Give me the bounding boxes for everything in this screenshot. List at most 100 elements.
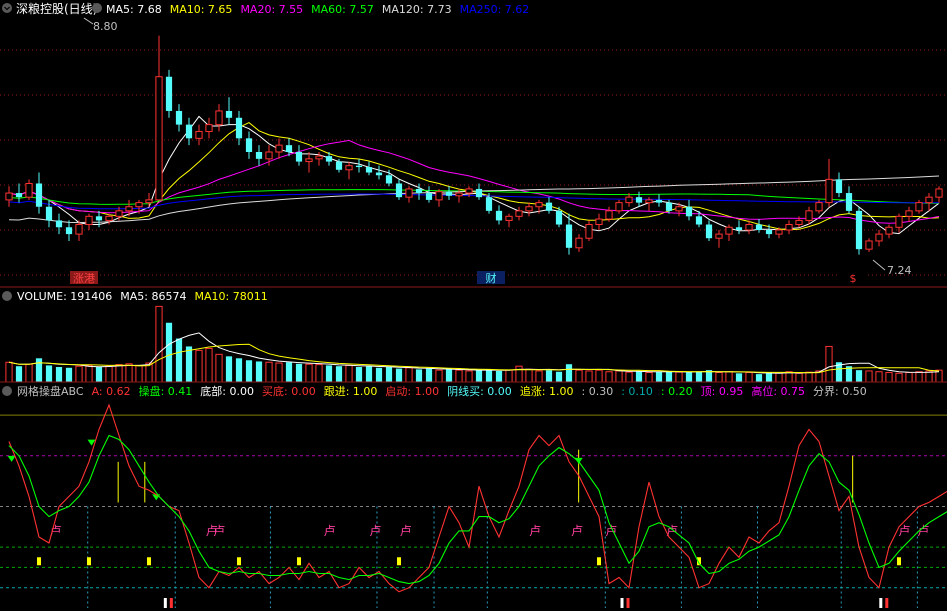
- volume-bar: [395, 368, 403, 382]
- legend-item: A: 0.62: [92, 385, 131, 398]
- collapse-toggle-icon[interactable]: [2, 3, 12, 13]
- price-header: 深粮控股(日线) MA5: 7.68 MA10: 7.65 MA20: 7.55 MA…: [2, 1, 529, 16]
- legend-item: : 0.10: [621, 385, 653, 398]
- volume-bar: [855, 370, 863, 382]
- volume-bar: [135, 364, 143, 383]
- stock-chart-canvas: 涨港 财 $ 深粮控股(日线) MA5: 7.68 MA10: 7.65 MA20: 7…: [0, 1, 947, 608]
- candle-body: [75, 224, 83, 235]
- indicator-reference-lines: [0, 414, 947, 589]
- volume-bar: [805, 371, 813, 383]
- volume-bar: [625, 371, 633, 383]
- candle-body: [675, 206, 683, 212]
- candle-body: [435, 191, 443, 201]
- candle-body: [825, 178, 833, 204]
- volume-bar: [5, 361, 13, 383]
- legend-item: 阴线买: 0.00: [447, 384, 512, 398]
- volume-bar: [745, 372, 753, 383]
- volume-bar: [385, 366, 393, 382]
- marker-label: $: [850, 272, 857, 285]
- candle-body: [55, 220, 63, 228]
- volume-bar: [65, 367, 73, 382]
- follow-signal-bar: [237, 557, 241, 566]
- candle-body: [65, 227, 73, 235]
- legend-item: 启动: 1.00: [385, 385, 439, 398]
- volume-bar: [305, 363, 313, 383]
- candle-body: [25, 182, 33, 198]
- candle-body: [355, 165, 363, 168]
- buy-signal-bar: [626, 598, 630, 608]
- volume-bar: [255, 361, 263, 382]
- volume-bar: [245, 360, 253, 382]
- legend-item: MA60: 7.57: [311, 3, 374, 16]
- legend-item: 分界: 0.50: [813, 385, 867, 398]
- follow-signal-bar: [37, 557, 41, 566]
- volume-bar: [615, 370, 623, 383]
- volume-bar: [365, 366, 373, 382]
- candle-body: [215, 110, 223, 126]
- candle-body: [15, 193, 23, 198]
- volume-bar: [605, 371, 613, 383]
- candle-body: [735, 227, 743, 230]
- volume-bar: [875, 371, 883, 383]
- price-grid: [0, 49, 947, 276]
- legend-item: MA10: 78011: [194, 290, 267, 303]
- candle-body: [375, 172, 383, 176]
- candle-body: [445, 191, 453, 196]
- candle-body: [45, 206, 53, 221]
- volume-bar: [265, 361, 273, 383]
- volume-legend: VOLUME: 191406 MA5: 86574 MA10: 78011: [17, 290, 268, 303]
- candle-body: [145, 199, 153, 204]
- candle-body: [765, 230, 773, 235]
- candle-body: [495, 210, 503, 221]
- candle-body: [295, 152, 303, 162]
- volume-bar: [465, 370, 473, 383]
- candle-body: [535, 202, 543, 208]
- candle-body: [415, 188, 423, 194]
- volume-toggle-icon[interactable]: [2, 291, 12, 301]
- volume-bar: [675, 371, 683, 383]
- candle-body: [235, 117, 243, 139]
- candle-body: [155, 76, 163, 201]
- candle-body: [425, 193, 433, 200]
- volume-bar: [495, 370, 503, 382]
- legend-item: 高位: 0.75: [751, 384, 805, 398]
- follow-signal-bar: [87, 557, 91, 566]
- volume-bar: [215, 353, 223, 383]
- candle-body: [195, 130, 203, 139]
- volume-bar: [85, 364, 93, 383]
- follow-signal-bar: [397, 557, 401, 566]
- candle-body: [755, 224, 763, 230]
- volume-bar: [885, 372, 893, 383]
- candle-body: [405, 188, 413, 198]
- volume-bar: [905, 372, 913, 383]
- candle-body: [265, 151, 273, 160]
- volume-bar: [425, 368, 433, 382]
- indicator-toggle-icon[interactable]: [2, 386, 12, 396]
- legend-item: 网格操盘ABC: [17, 384, 84, 398]
- follow-signal-bar: [297, 557, 301, 566]
- candle-body: [655, 199, 663, 203]
- legend-item: MA5: 86574: [120, 290, 186, 303]
- low-arrow: [872, 259, 886, 271]
- volume-bar: [685, 372, 693, 382]
- volume-bar: [515, 365, 523, 383]
- candle-body: [785, 224, 793, 231]
- volume-bar: [635, 371, 643, 382]
- candle-body: [125, 206, 133, 212]
- volume-bar: [915, 371, 923, 383]
- volume-bar: [695, 371, 703, 382]
- volume-bar: [15, 366, 23, 382]
- volume-header: VOLUME: 191406 MA5: 86574 MA10: 78011: [2, 290, 268, 303]
- candle-body: [685, 206, 693, 217]
- candle-body: [315, 155, 323, 160]
- volume-bar: [335, 366, 343, 382]
- volume-bar: [755, 374, 763, 382]
- ma-settings-icon[interactable]: [92, 3, 102, 13]
- candle-body: [805, 210, 813, 221]
- candle-body: [915, 202, 923, 212]
- candle-body: [285, 145, 293, 152]
- candle-body: [335, 161, 343, 170]
- candle-body: [255, 152, 263, 159]
- volume-bar: [375, 367, 383, 382]
- candlestick-series: [5, 17, 943, 271]
